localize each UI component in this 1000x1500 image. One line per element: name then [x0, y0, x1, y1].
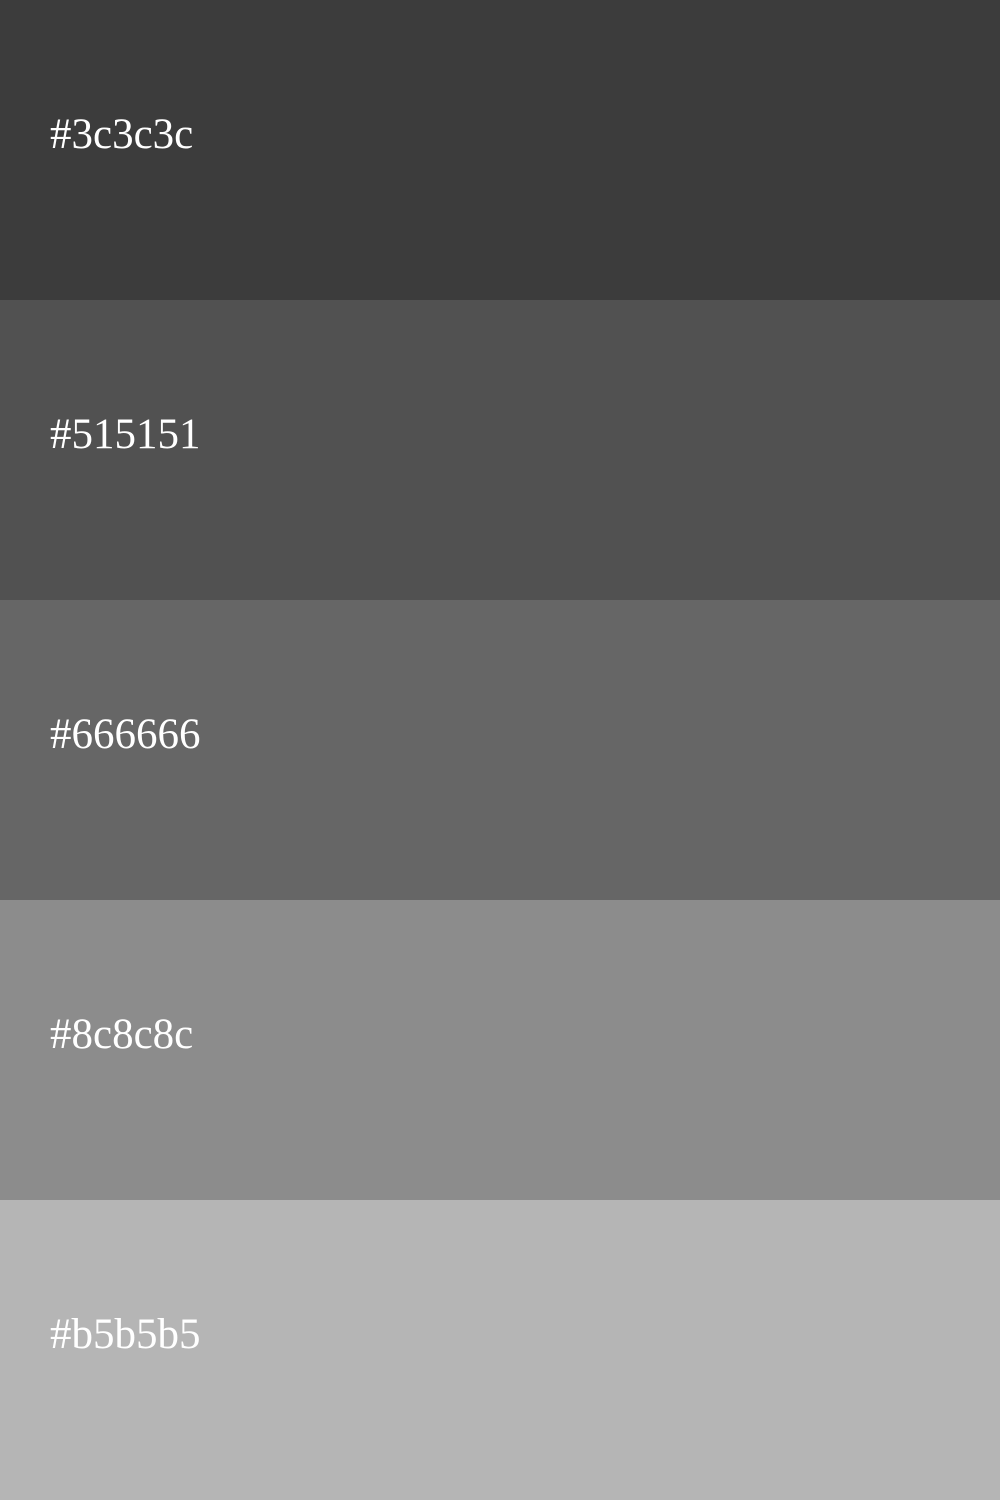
swatch-hex-label: #3c3c3c: [50, 111, 194, 158]
color-palette: #3c3c3c #515151 #666666 #8c8c8c #b5b5b5: [0, 0, 1000, 1500]
color-swatch: #b5b5b5: [0, 1200, 1000, 1500]
swatch-hex-label: #8c8c8c: [50, 1011, 194, 1058]
color-swatch: #515151: [0, 300, 1000, 600]
color-swatch: #3c3c3c: [0, 0, 1000, 300]
swatch-hex-label: #666666: [50, 711, 201, 758]
swatch-hex-label: #515151: [50, 411, 201, 458]
color-swatch: #8c8c8c: [0, 900, 1000, 1200]
color-swatch: #666666: [0, 600, 1000, 900]
swatch-hex-label: #b5b5b5: [50, 1311, 201, 1358]
